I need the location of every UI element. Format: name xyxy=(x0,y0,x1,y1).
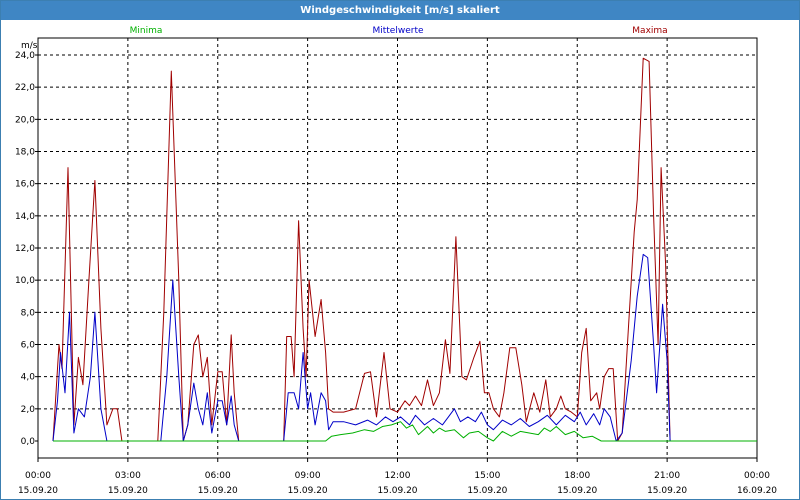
x-tick-time: 09:00 xyxy=(295,471,321,481)
wind-speed-chart: 0,0 2,0 4,0 6,0 8,0 10,0 12,0 14,0 16,0 18,0 20,0 2… xyxy=(15,26,777,496)
x-tick-time: 00:00 xyxy=(25,471,51,481)
y-axis-unit: m/s xyxy=(21,41,38,51)
legend-mittelwerte: Mittelwerte xyxy=(372,26,423,36)
x-tick-time: 15:00 xyxy=(474,471,500,481)
y-tick-label: 10,0 xyxy=(15,276,35,286)
x-tick-date: 15.09.20 xyxy=(18,486,58,496)
x-tick-date: 15.09.20 xyxy=(557,486,597,496)
y-tick-label: 14,0 xyxy=(15,212,35,222)
x-tick-time: 21:00 xyxy=(654,471,680,481)
series-line-mittelwerte xyxy=(52,253,757,442)
y-axis-ticks: 0,0 2,0 4,0 6,0 8,0 10,0 12,0 14,0 16,0 18,0 20,0 2… xyxy=(15,51,38,447)
series-group xyxy=(52,57,757,442)
y-tick-label: 2,0 xyxy=(21,405,36,415)
x-tick-date: 16.09.20 xyxy=(737,486,777,496)
x-tick-time: 00:00 xyxy=(744,471,770,481)
y-tick-label: 4,0 xyxy=(21,373,36,383)
legend-maxima: Maxima xyxy=(632,26,667,36)
series-line-maxima xyxy=(52,57,757,442)
x-tick-time: 12:00 xyxy=(385,471,411,481)
x-tick-date: 15.09.20 xyxy=(377,486,417,496)
x-tick-date: 15.09.20 xyxy=(198,486,238,496)
y-tick-label: 12,0 xyxy=(15,244,35,254)
x-tick-date: 15.09.20 xyxy=(647,486,687,496)
x-tick-date: 15.09.20 xyxy=(288,486,328,496)
y-tick-label: 8,0 xyxy=(21,308,36,318)
x-tick-date: 15.09.20 xyxy=(467,486,507,496)
x-tick-date: 15.09.20 xyxy=(108,486,148,496)
y-tick-label: 20,0 xyxy=(15,115,35,125)
x-tick-time: 03:00 xyxy=(115,471,141,481)
y-tick-label: 24,0 xyxy=(15,51,35,61)
y-tick-label: 16,0 xyxy=(15,180,35,190)
x-tick-time: 06:00 xyxy=(205,471,231,481)
legend-minima: Minima xyxy=(130,26,163,36)
y-tick-label: 6,0 xyxy=(21,341,36,351)
x-axis-ticks: 00:00 15.09.20 03:00 15.09.20 06:00 15.09.20 0… xyxy=(18,458,777,496)
y-tick-label: 22,0 xyxy=(15,83,35,93)
grid xyxy=(38,38,757,458)
x-tick-time: 18:00 xyxy=(564,471,590,481)
y-tick-label: 0,0 xyxy=(21,437,36,447)
y-tick-label: 18,0 xyxy=(15,148,35,158)
